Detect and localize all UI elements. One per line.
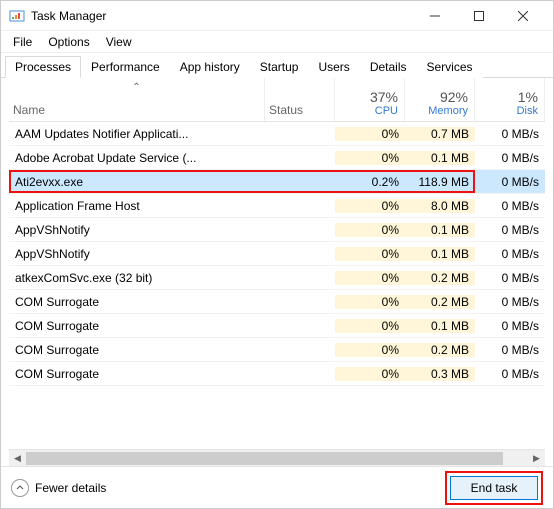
tab-processes[interactable]: Processes xyxy=(5,56,81,78)
process-name: atkexComSvc.exe (32 bit) xyxy=(9,271,265,285)
process-cpu: 0% xyxy=(335,271,405,285)
process-disk: 0 MB/s xyxy=(475,343,545,357)
process-memory: 0.1 MB xyxy=(405,319,475,333)
process-row[interactable]: AAM Updates Notifier Applicati... 0%0.7 M… xyxy=(9,122,545,146)
process-row[interactable]: Ati2evxx.exe 0.2%118.9 MB0 MB/s xyxy=(9,170,545,194)
process-cpu: 0% xyxy=(335,199,405,213)
taskmgr-icon xyxy=(9,8,25,24)
process-memory: 0.2 MB xyxy=(405,295,475,309)
process-memory: 0.1 MB xyxy=(405,151,475,165)
process-row[interactable]: COM Surrogate 0%0.3 MB0 MB/s xyxy=(9,362,545,386)
window-title: Task Manager xyxy=(31,9,413,23)
process-name: Ati2evxx.exe xyxy=(9,175,265,189)
fewer-details-button[interactable]: Fewer details xyxy=(11,479,106,497)
process-memory: 0.1 MB xyxy=(405,223,475,237)
process-memory: 0.1 MB xyxy=(405,247,475,261)
menu-options[interactable]: Options xyxy=(42,33,95,51)
process-name: AppVShNotify xyxy=(9,223,265,237)
process-name: COM Surrogate xyxy=(9,367,265,381)
process-name: COM Surrogate xyxy=(9,319,265,333)
process-disk: 0 MB/s xyxy=(475,319,545,333)
process-disk: 0 MB/s xyxy=(475,367,545,381)
process-disk: 0 MB/s xyxy=(475,271,545,285)
chevron-up-icon xyxy=(11,479,29,497)
process-name: Application Frame Host xyxy=(9,199,265,213)
menu-view[interactable]: View xyxy=(100,33,138,51)
end-task-highlight: End task xyxy=(445,471,543,505)
process-disk: 0 MB/s xyxy=(475,295,545,309)
process-cpu: 0% xyxy=(335,127,405,141)
process-name: COM Surrogate xyxy=(9,343,265,357)
process-disk: 0 MB/s xyxy=(475,175,545,189)
process-disk: 0 MB/s xyxy=(475,247,545,261)
process-cpu: 0% xyxy=(335,247,405,261)
process-name: COM Surrogate xyxy=(9,295,265,309)
process-cpu: 0.2% xyxy=(335,175,405,189)
horizontal-scrollbar[interactable]: ◀ ▶ xyxy=(9,449,545,466)
column-headers: ⌃ Name Status 37% CPU 92% Memory 1% Disk xyxy=(9,78,545,122)
process-memory: 8.0 MB xyxy=(405,199,475,213)
footer: Fewer details End task xyxy=(1,466,553,508)
process-memory: 0.2 MB xyxy=(405,271,475,285)
process-cpu: 0% xyxy=(335,319,405,333)
menu-file[interactable]: File xyxy=(7,33,38,51)
process-memory: 0.7 MB xyxy=(405,127,475,141)
process-row[interactable]: Adobe Acrobat Update Service (... 0%0.1 M… xyxy=(9,146,545,170)
process-cpu: 0% xyxy=(335,343,405,357)
column-status[interactable]: Status xyxy=(265,78,335,121)
process-disk: 0 MB/s xyxy=(475,151,545,165)
scroll-thumb[interactable] xyxy=(26,452,503,465)
process-cpu: 0% xyxy=(335,151,405,165)
end-task-button[interactable]: End task xyxy=(450,476,538,500)
scroll-right-icon[interactable]: ▶ xyxy=(528,450,545,467)
tab-startup[interactable]: Startup xyxy=(250,56,309,78)
tab-performance[interactable]: Performance xyxy=(81,56,170,78)
process-cpu: 0% xyxy=(335,295,405,309)
close-button[interactable] xyxy=(501,2,545,30)
maximize-button[interactable] xyxy=(457,2,501,30)
tab-services[interactable]: Services xyxy=(417,56,483,78)
tab-users[interactable]: Users xyxy=(308,56,359,78)
process-disk: 0 MB/s xyxy=(475,127,545,141)
process-name: AppVShNotify xyxy=(9,247,265,261)
process-row[interactable]: AppVShNotify 0%0.1 MB0 MB/s xyxy=(9,242,545,266)
tab-details[interactable]: Details xyxy=(360,56,417,78)
titlebar: Task Manager xyxy=(1,1,553,31)
sort-ascending-icon: ⌃ xyxy=(132,82,140,93)
tabstrip: Processes Performance App history Startu… xyxy=(1,55,553,78)
process-row[interactable]: AppVShNotify 0%0.1 MB0 MB/s xyxy=(9,218,545,242)
process-cpu: 0% xyxy=(335,223,405,237)
process-row[interactable]: COM Surrogate 0%0.2 MB0 MB/s xyxy=(9,338,545,362)
process-name: Adobe Acrobat Update Service (... xyxy=(9,151,265,165)
scroll-left-icon[interactable]: ◀ xyxy=(9,450,26,467)
column-cpu[interactable]: 37% CPU xyxy=(335,78,405,121)
process-list[interactable]: AAM Updates Notifier Applicati...0%0.7 M… xyxy=(9,122,545,449)
column-disk[interactable]: 1% Disk xyxy=(475,78,545,121)
process-row[interactable]: Application Frame Host 0%8.0 MB0 MB/s xyxy=(9,194,545,218)
column-memory[interactable]: 92% Memory xyxy=(405,78,475,121)
process-row[interactable]: COM Surrogate 0%0.2 MB0 MB/s xyxy=(9,290,545,314)
scroll-track[interactable] xyxy=(26,450,528,467)
process-memory: 0.3 MB xyxy=(405,367,475,381)
process-name: AAM Updates Notifier Applicati... xyxy=(9,127,265,141)
process-row[interactable]: atkexComSvc.exe (32 bit) 0%0.2 MB0 MB/s xyxy=(9,266,545,290)
column-name[interactable]: ⌃ Name xyxy=(9,78,265,121)
process-row[interactable]: COM Surrogate 0%0.1 MB0 MB/s xyxy=(9,314,545,338)
process-memory: 0.2 MB xyxy=(405,343,475,357)
minimize-button[interactable] xyxy=(413,2,457,30)
process-cpu: 0% xyxy=(335,367,405,381)
menubar: File Options View xyxy=(1,31,553,53)
process-disk: 0 MB/s xyxy=(475,199,545,213)
tab-apphistory[interactable]: App history xyxy=(170,56,250,78)
process-memory: 118.9 MB xyxy=(405,175,475,189)
process-disk: 0 MB/s xyxy=(475,223,545,237)
